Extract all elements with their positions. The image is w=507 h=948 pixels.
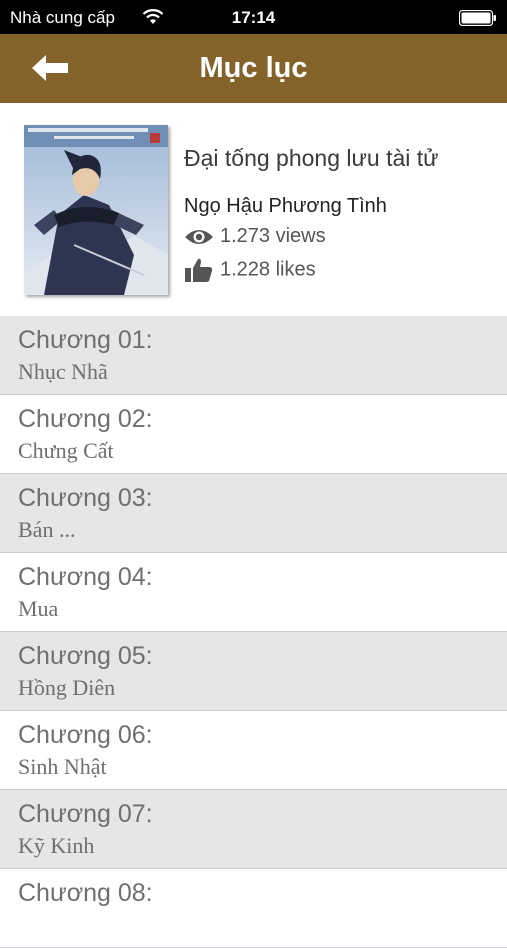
views-count: 1.273 views (220, 225, 326, 247)
book-author: Ngọ Hậu Phương Tình (184, 195, 387, 217)
likes-row: 1.228 likes (184, 257, 316, 283)
chapter-item[interactable]: Chương 02: Chưng Cất (0, 395, 507, 474)
chapter-name: Chưng Cất (18, 438, 114, 463)
chapter-name: Kỹ Kinh (18, 833, 95, 858)
book-cover-image (24, 125, 168, 295)
chapter-item[interactable]: Chương 07: Kỹ Kinh (0, 790, 507, 869)
chapter-number: Chương 08: (18, 879, 153, 907)
chapter-name: Mua (18, 596, 59, 621)
chapter-number: Chương 01: (18, 326, 153, 354)
chapter-number: Chương 06: (18, 721, 153, 749)
chapter-list: Chương 01: Nhục Nhã Chương 02: Chưng Cất… (0, 316, 507, 948)
chapter-item[interactable]: Chương 03: Bán ... (0, 474, 507, 553)
chapter-name: Hồng Diên (18, 675, 116, 700)
chapter-number: Chương 03: (18, 484, 153, 512)
views-row: 1.273 views (184, 225, 326, 248)
chapter-name: Sinh Nhật (18, 754, 107, 779)
chapter-item[interactable]: Chương 04: Mua (0, 553, 507, 632)
nav-bar: Mục lục (0, 34, 507, 103)
chapter-name: Bán ... (18, 517, 76, 542)
chapter-number: Chương 07: (18, 800, 153, 828)
chapter-item[interactable]: Chương 01: Nhục Nhã (0, 316, 507, 395)
book-title: Đại tống phong lưu tài tử (184, 145, 439, 171)
chapter-item[interactable]: Chương 08: (0, 869, 507, 948)
chapter-number: Chương 04: (18, 563, 153, 591)
chapter-number: Chương 05: (18, 642, 153, 670)
book-header: Đại tống phong lưu tài tử Ngọ Hậu Phương… (0, 103, 507, 316)
eye-icon (185, 229, 213, 244)
page-title: Mục lục (199, 52, 308, 84)
chapter-number: Chương 02: (18, 405, 153, 433)
thumbs-up-icon (185, 258, 213, 282)
status-bar: Nhà cung cấp 17:14 (0, 0, 507, 34)
chapter-name: Nhục Nhã (18, 359, 108, 384)
battery-icon (459, 10, 496, 26)
likes-count: 1.228 likes (220, 258, 316, 281)
clock: 17:14 (231, 8, 276, 27)
chapter-item[interactable]: Chương 05: Hồng Diên (0, 632, 507, 711)
chapter-item[interactable]: Chương 06: Sinh Nhật (0, 711, 507, 790)
